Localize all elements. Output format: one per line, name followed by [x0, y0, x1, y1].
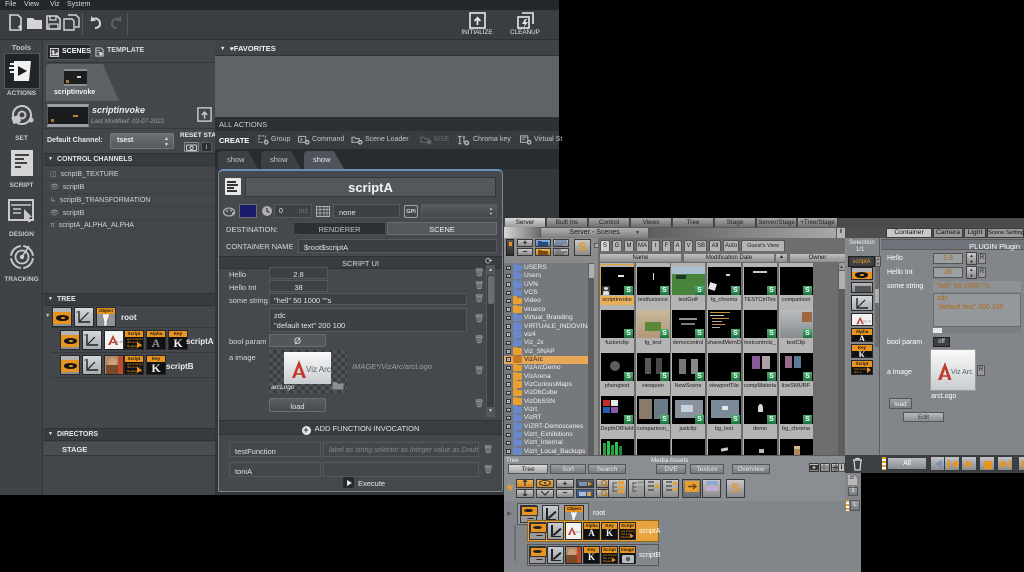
svg-text:Viz Ar: Viz Ar [114, 340, 123, 344]
svg-text:z: z [84, 357, 86, 362]
svg-text:Viz Arc: Viz Arc [951, 369, 973, 376]
svg-text:z: z [84, 332, 86, 337]
svg-text:Viz Ar: Viz Ar [863, 319, 872, 323]
svg-text:Viz Ar: Viz Ar [574, 530, 581, 534]
svg-text:Viz Arc: Viz Arc [306, 365, 331, 374]
svg-text:z: z [76, 309, 78, 314]
